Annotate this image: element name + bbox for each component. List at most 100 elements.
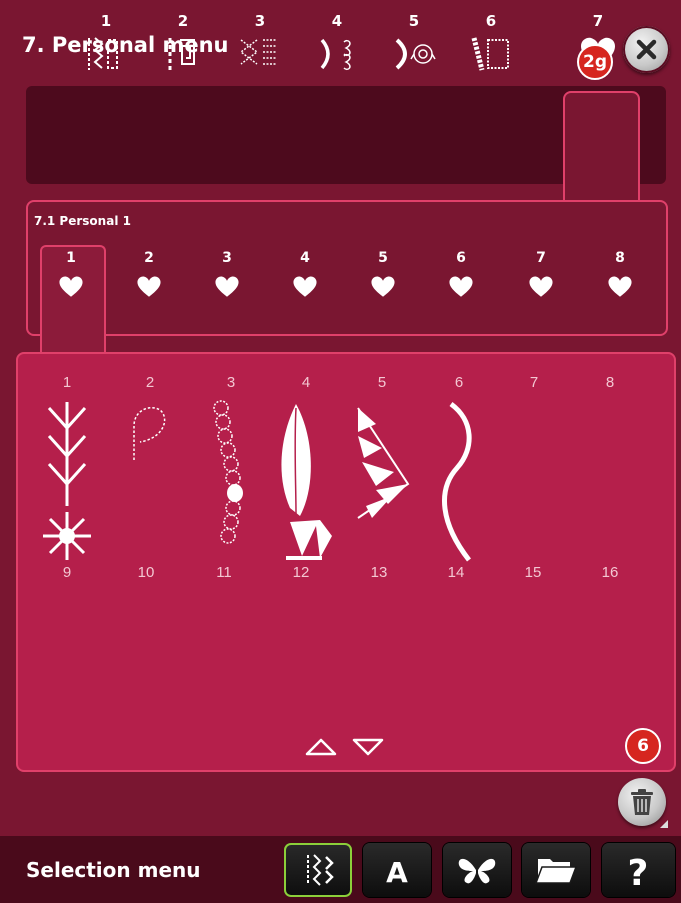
category-number: 7 <box>592 12 604 30</box>
stitch-slot-5[interactable]: 5 <box>344 374 420 564</box>
delete-button[interactable] <box>618 778 666 826</box>
personal-menu-screen: 7. Personal menu 1 2 3 4 5 6 7 2g 7.1 Pe… <box>0 0 681 903</box>
stitch-slot-9[interactable]: 9 <box>29 564 105 588</box>
category-tab-5[interactable]: 5 <box>384 12 444 82</box>
utility-stitch-icon <box>88 37 118 70</box>
quilt-stitch-icon <box>168 38 195 70</box>
callout-6: 6 <box>625 728 661 764</box>
stitch-slot-2[interactable]: 2 <box>112 374 188 564</box>
close-icon <box>636 39 657 60</box>
design-button[interactable] <box>443 843 511 897</box>
stitch-number: 12 <box>292 564 310 581</box>
font-glyph: A <box>386 856 408 889</box>
decorative-stitch-icon <box>320 38 351 71</box>
stitch-number: 16 <box>601 564 619 581</box>
heart-icon <box>137 276 161 297</box>
category-tab-4[interactable]: 4 <box>307 12 367 82</box>
stitch-number: 10 <box>137 564 155 581</box>
subcategory-label: 7.1 Personal 1 <box>34 214 131 228</box>
subcategory-number: 1 <box>66 250 76 266</box>
category-number: 1 <box>100 12 112 30</box>
subcategory-number: 7 <box>536 250 546 266</box>
subcategory-tab-8[interactable]: 8 <box>590 250 650 310</box>
file-manager-button[interactable] <box>522 843 590 897</box>
stitch-number: 9 <box>62 564 72 581</box>
stitch-slot-6[interactable]: 6 <box>421 374 497 564</box>
subcategory-number: 6 <box>456 250 466 266</box>
stitch-wave-icon <box>442 401 472 562</box>
selection-menu-label: Selection menu <box>26 858 201 882</box>
category-tab-6[interactable]: 6 <box>461 12 521 82</box>
folder-icon <box>534 859 578 884</box>
stitch-slot-15[interactable]: 15 <box>495 564 571 588</box>
heart-icon <box>59 276 83 297</box>
stitch-triangles-icon <box>357 407 410 519</box>
stitch-beads-icon <box>213 400 243 544</box>
subcategory-tab-5[interactable]: 5 <box>353 250 413 310</box>
trash-icon <box>631 789 653 815</box>
subcategory-tab-4[interactable]: 4 <box>275 250 335 310</box>
stitch-number: 11 <box>216 564 232 581</box>
stitch-slot-1[interactable]: 1 <box>29 374 105 564</box>
stitch-number: 8 <box>605 374 615 391</box>
category-tab-2[interactable]: 2 <box>153 12 213 82</box>
stitch-slot-12[interactable]: 12 <box>263 564 339 588</box>
callout-2g: 2g <box>577 44 613 80</box>
stitch-number: 15 <box>524 564 542 581</box>
help-button[interactable]: ? <box>602 843 675 897</box>
category-number: 2 <box>177 12 189 30</box>
stitch-slot-7[interactable]: 7 <box>496 374 572 564</box>
stitch-slot-16[interactable]: 16 <box>572 564 648 588</box>
category-number: 6 <box>485 12 497 30</box>
subcategory-number: 8 <box>615 250 625 266</box>
heirloom-stitch-icon <box>239 39 277 65</box>
help-icon: ? <box>628 853 649 894</box>
border-stitch-icon <box>471 37 509 71</box>
stitch-slot-13[interactable]: 13 <box>341 564 417 588</box>
stitch-slot-8[interactable]: 8 <box>572 374 648 564</box>
subcategory-tab-7[interactable]: 7 <box>511 250 571 310</box>
heart-icon <box>449 276 473 297</box>
stitch-number: 13 <box>370 564 388 581</box>
stitch-number: 2 <box>145 374 155 391</box>
help-glyph: ? <box>628 853 649 894</box>
subcategory-tab-1[interactable]: 1 <box>41 250 101 310</box>
subcategory-number: 4 <box>300 250 310 266</box>
subcategory-number: 5 <box>378 250 388 266</box>
subcategory-tab-6[interactable]: 6 <box>431 250 491 310</box>
heart-icon <box>215 276 239 297</box>
font-button[interactable]: A <box>363 843 431 897</box>
category-number: 5 <box>408 12 420 30</box>
category-tab-3[interactable]: 3 <box>230 12 290 82</box>
subcategory-tab-2[interactable]: 2 <box>119 250 179 310</box>
category-number: 3 <box>254 12 266 30</box>
scroll-up-arrow-icon[interactable] <box>304 737 338 757</box>
stitch-menu-icon <box>307 854 334 886</box>
heart-icon <box>293 276 317 297</box>
close-button[interactable] <box>623 26 670 73</box>
heart-icon <box>371 276 395 297</box>
stitch-slot-3[interactable]: 3 <box>193 374 269 564</box>
stitch-menu-button[interactable] <box>284 843 352 897</box>
scroll-down-arrow-icon[interactable] <box>351 737 385 757</box>
stitch-number: 4 <box>301 374 311 391</box>
stitch-number: 3 <box>226 374 236 391</box>
stitch-slot-10[interactable]: 10 <box>108 564 184 588</box>
stitch-number: 6 <box>454 374 464 391</box>
category-number: 4 <box>331 12 343 30</box>
stitch-slot-14[interactable]: 14 <box>418 564 494 588</box>
stitch-slot-11[interactable]: 11 <box>186 564 262 588</box>
category-tab-1[interactable]: 1 <box>76 12 136 82</box>
subcategory-number: 3 <box>222 250 232 266</box>
heart-icon <box>608 276 632 297</box>
corner-indicator <box>660 820 668 828</box>
stitch-loop-icon <box>133 406 166 460</box>
butterfly-icon <box>458 858 496 884</box>
category-tab-selected <box>563 91 640 203</box>
stitch-number: 14 <box>447 564 465 581</box>
subcategory-tab-3[interactable]: 3 <box>197 250 257 310</box>
heart-icon <box>529 276 553 297</box>
subcategory-number: 2 <box>144 250 154 266</box>
stitch-leaf-icon <box>281 404 332 560</box>
stitch-slot-4[interactable]: 4 <box>268 374 344 564</box>
